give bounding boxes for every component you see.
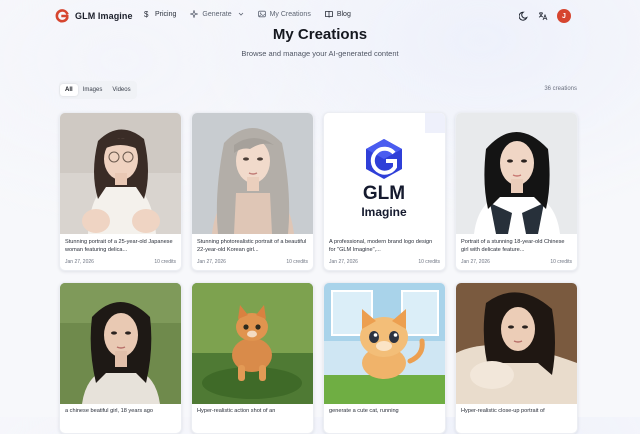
page-subtitle: Browse and manage your AI-generated cont… <box>241 49 399 58</box>
nav-pricing[interactable]: $ Pricing <box>143 10 176 18</box>
creation-credits: 10 credits <box>550 259 572 265</box>
brand-mark-icon <box>55 9 69 23</box>
creation-caption: A professional, modern brand logo design… <box>329 239 433 253</box>
creation-caption: Hyper-realistic close-up portrait of <box>461 408 545 414</box>
creation-thumbnail: GLM Imagine <box>324 113 445 234</box>
nav-blog[interactable]: Blog <box>325 10 351 18</box>
creation-credits: 10 credits <box>418 259 440 265</box>
tab-videos[interactable]: Videos <box>107 84 135 96</box>
logo-text-glm: GLM <box>363 183 405 204</box>
creation-meta: Jan 27, 2026 10 credits <box>329 259 440 265</box>
moon-icon <box>519 11 528 21</box>
creation-date: Jan 27, 2026 <box>65 259 94 265</box>
creation-caption: Stunning portrait of a 25-year-old Japan… <box>65 239 173 253</box>
creation-thumbnail <box>60 283 181 404</box>
user-avatar[interactable]: J <box>557 9 571 23</box>
creation-credits: 10 credits <box>154 259 176 265</box>
nav-links: $ Pricing Generate My Creations Blog <box>143 10 365 18</box>
nav-generate[interactable]: Generate <box>190 10 243 18</box>
nav-my-creations[interactable]: My Creations <box>257 10 311 18</box>
nav-generate-label: Generate <box>202 10 232 18</box>
creation-meta: Jan 27, 2026 10 credits <box>461 259 572 265</box>
creation-card[interactable]: Stunning photorealistic portrait of a be… <box>191 112 314 271</box>
creation-thumbnail <box>456 283 577 404</box>
page-title: My Creations <box>272 26 368 43</box>
creation-thumbnail <box>60 113 181 234</box>
chevron-down-icon <box>238 12 243 16</box>
creation-card[interactable]: Stunning portrait of a 25-year-old Japan… <box>59 112 182 271</box>
creation-card[interactable]: a chinese beatiful girl, 18 years ago <box>59 282 182 434</box>
creation-card[interactable]: Hyper-realistic action shot of an <box>191 282 314 434</box>
translate-icon <box>538 12 548 21</box>
creation-date: Jan 27, 2026 <box>329 259 358 265</box>
dollar-icon: $ <box>144 10 149 18</box>
nav-blog-label: Blog <box>336 10 351 18</box>
svg-text:$: $ <box>144 10 149 18</box>
creation-caption: Portrait of a stunning 18-year-old Chine… <box>461 239 565 253</box>
logo-text-imagine: Imagine <box>361 205 407 219</box>
creation-card[interactable]: Hyper-realistic close-up portrait of <box>455 282 578 434</box>
language-button[interactable] <box>536 9 550 23</box>
creation-card[interactable]: Portrait of a stunning 18-year-old Chine… <box>455 112 578 271</box>
creation-date: Jan 27, 2026 <box>197 259 226 265</box>
creation-card[interactable]: generate a cute cat, running <box>323 282 446 434</box>
filter-tabs: All Images Videos <box>59 81 137 99</box>
creation-meta: Jan 27, 2026 10 credits <box>197 259 308 265</box>
creations-count: 36 creations <box>544 86 577 92</box>
creation-date: Jan 27, 2026 <box>461 259 490 265</box>
creation-credits: 10 credits <box>286 259 308 265</box>
nav-my-creations-label: My Creations <box>269 10 311 18</box>
creation-caption: a chinese beatiful girl, 18 years ago <box>65 408 154 414</box>
creation-thumbnail <box>324 283 445 404</box>
theme-toggle-button[interactable] <box>517 9 531 23</box>
creation-caption: Hyper-realistic action shot of an <box>197 408 276 414</box>
tab-all[interactable]: All <box>60 84 78 96</box>
creation-thumbnail <box>192 113 313 234</box>
creation-caption: Stunning photorealistic portrait of a be… <box>197 239 307 253</box>
creation-thumbnail <box>456 113 577 234</box>
tab-images[interactable]: Images <box>78 84 108 96</box>
creation-thumbnail <box>192 283 313 404</box>
book-icon <box>325 11 333 18</box>
image-icon <box>257 10 266 18</box>
brand-logo[interactable]: GLM Imagine <box>55 9 133 23</box>
nav-pricing-label: Pricing <box>155 10 177 18</box>
creation-caption: generate a cute cat, running <box>329 408 399 414</box>
sparkle-icon <box>190 10 199 18</box>
creation-meta: Jan 27, 2026 10 credits <box>65 259 176 265</box>
brand-name: GLM Imagine <box>75 11 133 21</box>
creation-card[interactable]: GLM Imagine A professional, modern brand… <box>323 112 446 271</box>
